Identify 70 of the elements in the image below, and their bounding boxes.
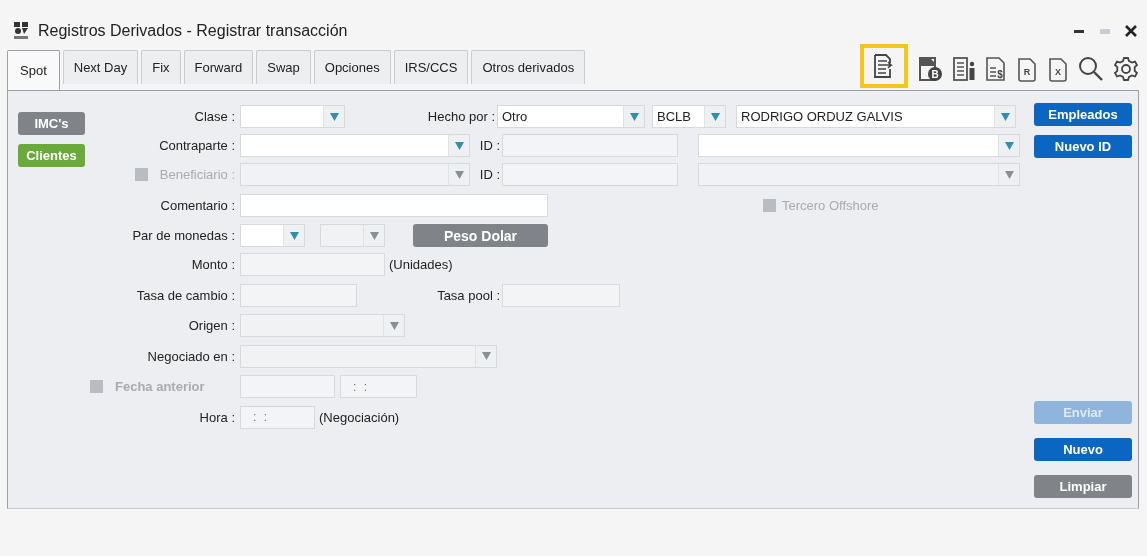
field-label: Par de monedas : [131,228,236,243]
tab[interactable]: Otros derivados [471,50,586,84]
checkbox-label: Tercero Offshore [782,197,879,213]
secondary-button[interactable]: Peso Dolar [413,224,548,247]
rate-field[interactable] [240,283,357,307]
tab[interactable]: Opciones [313,50,391,84]
document-letter-icon[interactable]: X [1047,56,1069,82]
dropdown-arrow-icon [369,231,379,240]
dropdown[interactable] [240,105,345,128]
field-label: Contraparte : [158,138,236,153]
note-label: (Negociación) [318,409,400,425]
dropdown-arrow-icon [389,321,399,330]
settings-icon[interactable] [1113,56,1139,82]
dropdown[interactable] [698,134,1020,157]
dropdown-arrow-icon [1000,112,1010,121]
field-label: Tasa pool : [436,287,500,303]
secondary-button[interactable]: IMC's [18,112,85,135]
field-label: ID : [478,167,500,182]
field-label: Negociado en : [146,348,236,364]
tab[interactable]: Next Day [62,50,139,84]
close-icon[interactable] [1125,25,1137,37]
field-label: Clase : [193,109,236,124]
window-title: Registros Derivados - Registrar transacción [38,22,348,40]
primary-button[interactable]: Nuevo ID [1034,135,1132,158]
dropdown[interactable]: RODRIGO ORDUZ GALVIS [736,105,1016,128]
dropdown[interactable] [240,134,470,157]
comment-field[interactable] [240,193,548,217]
dropdown-arrow-icon [1004,141,1014,150]
dropdown[interactable] [320,224,385,247]
tab[interactable]: Fix [141,50,181,84]
field-label: Comentario : [159,197,236,213]
dropdown-arrow-icon [454,141,464,150]
id-field[interactable] [502,163,678,186]
field-label: Tasa de cambio : [135,287,236,303]
field-label: Hecho por : [426,109,495,124]
field-label: Monto : [190,257,236,272]
tab[interactable]: Swap [256,50,311,84]
tab[interactable]: Forward [183,50,254,84]
dropdown[interactable] [240,344,497,368]
document-person-icon[interactable] [952,56,976,82]
dropdown[interactable]: Otro [497,105,645,128]
dropdown[interactable] [240,314,405,337]
dropdown-arrow-icon [1004,170,1014,179]
dropdown-arrow-icon [289,231,299,240]
secondary-button[interactable]: Limpiar [1034,475,1132,498]
document-dollar-icon[interactable]: $ [985,56,1007,82]
dropdown[interactable] [240,224,305,247]
primary-button[interactable]: Nuevo [1034,438,1132,461]
id-field[interactable] [502,134,678,157]
unit-label: (Unidades) [388,257,453,272]
rate-field[interactable] [502,283,620,307]
document-letter-icon[interactable]: R [1016,56,1038,82]
field-label: Origen : [187,318,236,333]
tab[interactable]: IRS/CCS [393,50,469,84]
dropdown-arrow-icon [329,112,339,121]
search-icon[interactable] [1078,56,1104,82]
field-label: Beneficiario : [159,167,235,182]
dropdown-arrow-icon [481,352,491,360]
dropdown[interactable]: BCLB [652,105,726,128]
tab[interactable]: Spot [7,50,60,90]
amount-field[interactable] [240,253,385,276]
dropdown-arrow-icon [629,112,639,121]
checkbox-label: Fecha anterior [115,379,205,394]
field-label: ID : [478,138,500,153]
dropdown-arrow-icon [454,170,464,179]
document-arrow-icon[interactable] [872,53,896,79]
field-label: Hora : [198,409,236,425]
dropdown-arrow-icon [710,112,720,121]
primary-button[interactable]: Empleados [1034,103,1132,126]
time-field[interactable]: : : [240,405,315,429]
